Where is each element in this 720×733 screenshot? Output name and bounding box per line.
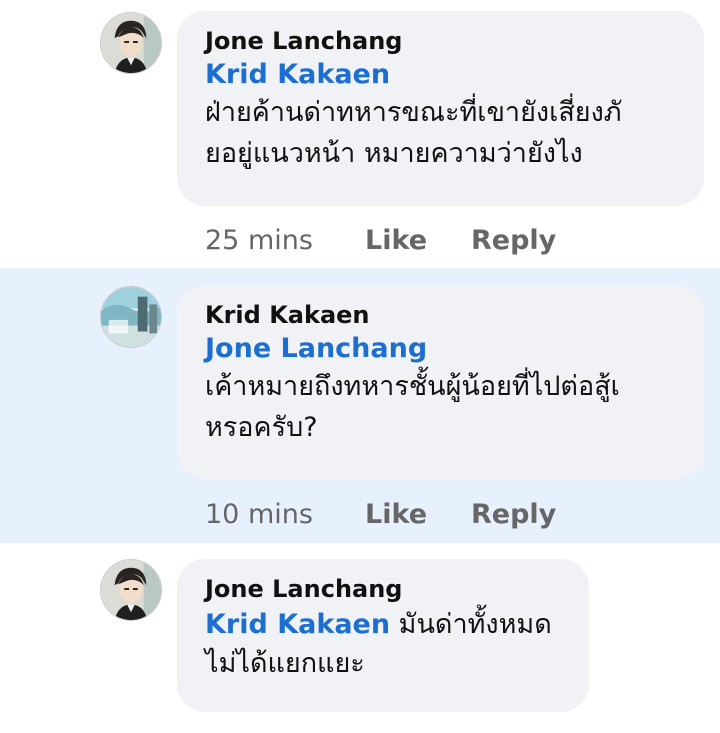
comment-1: Jone Lanchang Krid Kakaen ฝ่ายค้านด่าทหา… (0, 0, 720, 268)
comment-text-line: ยอยู่แนวหน้า หมายความว่ายังไง (205, 138, 583, 169)
comment-actions: 25 mins Like Reply (205, 224, 556, 258)
comment-bubble: Jone Lanchang Krid Kakaen ฝ่ายค้านด่าทหา… (177, 11, 704, 206)
comment-timestamp: 25 mins (205, 225, 313, 256)
comment-mention[interactable]: Jone Lanchang (205, 332, 676, 366)
comment-bubble: Jone Lanchang Krid Kakaen มันด่าทั้งหมด … (177, 559, 589, 712)
comment-text-line: ฝ่ายค้านด่าทหารขณะที่เขายังเสี่ยงภั (205, 97, 622, 128)
comment-text-line: ไม่ได้แยกแยะ (205, 648, 365, 679)
avatar-anime-icon (101, 560, 161, 620)
comment-inline-text: มันด่าทั้งหมด (398, 609, 552, 640)
avatar-jone-lanchang[interactable] (100, 12, 162, 74)
comment-author[interactable]: Krid Kakaen (205, 300, 676, 332)
reply-button[interactable]: Reply (471, 498, 556, 532)
comment-bubble: Krid Kakaen Jone Lanchang เค้าหมายถึงทหา… (177, 285, 704, 479)
avatar-anime-icon (101, 13, 161, 73)
comment-timestamp: 10 mins (205, 499, 313, 530)
comment-text-line: เค้าหมายถึงทหารชั้นผู้น้อยที่ไปต่อสู้เ (205, 371, 620, 402)
comment-actions: 10 mins Like Reply (205, 498, 556, 532)
comment-3: Jone Lanchang Krid Kakaen มันด่าทั้งหมด … (0, 543, 720, 733)
comment-author[interactable]: Jone Lanchang (205, 574, 561, 606)
reply-button[interactable]: Reply (471, 224, 556, 258)
comment-text-line: หรอครับ? (205, 412, 318, 443)
like-button[interactable]: Like (365, 498, 471, 532)
like-button[interactable]: Like (365, 224, 471, 258)
comment-mention[interactable]: Krid Kakaen (205, 58, 676, 92)
comment-author[interactable]: Jone Lanchang (205, 26, 676, 58)
comment-text-line: Krid Kakaen มันด่าทั้งหมด (205, 606, 561, 644)
avatar-landscape-icon (101, 287, 161, 347)
comment-mention[interactable]: Krid Kakaen (205, 609, 390, 640)
comment-2: Krid Kakaen Jone Lanchang เค้าหมายถึงทหา… (0, 268, 720, 543)
avatar-krid-kakaen[interactable] (100, 286, 162, 348)
avatar-jone-lanchang[interactable] (100, 559, 162, 621)
